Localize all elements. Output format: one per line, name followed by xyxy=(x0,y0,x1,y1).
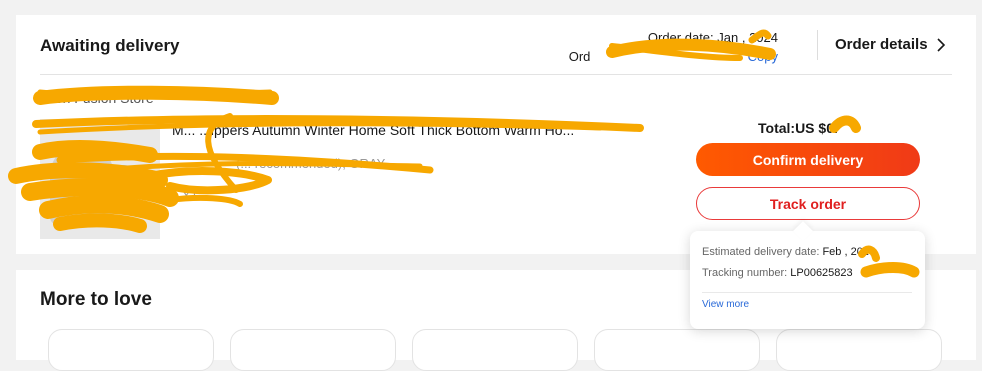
order-id-label: Ord xyxy=(568,49,591,64)
product-title-link[interactable]: M... ...ippers Autumn Winter Home Soft T… xyxy=(172,122,642,138)
view-more-link[interactable]: View more xyxy=(702,299,749,310)
recommendation-card[interactable] xyxy=(230,329,396,371)
order-date-label: Order date: xyxy=(647,30,714,45)
tracking-number-label: Tracking number: xyxy=(702,267,788,279)
order-date-value: Jan , 2024 xyxy=(717,30,778,45)
estimated-delivery-row: Estimated delivery date: Feb , 2024 xyxy=(702,246,875,258)
header-divider xyxy=(817,30,818,60)
order-id-row: Ord Copy xyxy=(569,47,778,66)
recommendation-card[interactable] xyxy=(48,329,214,371)
store-name-link[interactable]: ...ion Fusion Store xyxy=(40,90,154,106)
order-details-label: Order details xyxy=(835,36,928,53)
copy-order-id-link[interactable]: Copy xyxy=(748,49,778,64)
order-total: Total:US $0. xyxy=(758,120,838,136)
estimated-delivery-label: Estimated delivery date: xyxy=(702,246,820,258)
order-status-title: Awaiting delivery xyxy=(40,36,180,55)
order-card: Awaiting delivery Order date: Jan , 2024… xyxy=(16,15,976,254)
product-image[interactable] xyxy=(40,119,160,239)
tracking-popover: Estimated delivery date: Feb , 2024 Trac… xyxy=(690,231,925,329)
order-details-link[interactable]: Order details xyxy=(835,36,946,53)
more-to-love-title: More to love xyxy=(40,289,152,310)
recommendation-card[interactable] xyxy=(594,329,760,371)
header-separator xyxy=(40,74,952,75)
order-date: Order date: Jan , 2024 xyxy=(569,28,778,47)
confirm-delivery-button[interactable]: Confirm delivery xyxy=(696,143,920,176)
product-quantity: X1 xyxy=(182,188,198,203)
tracking-number-value: LP00625823 xyxy=(790,267,853,279)
estimated-delivery-value: Feb , 2024 xyxy=(822,246,876,258)
chevron-right-icon xyxy=(936,37,945,52)
product-variant: (... recommended), GRAY xyxy=(236,156,386,171)
track-order-button[interactable]: Track order xyxy=(696,187,920,220)
popover-divider xyxy=(702,292,912,293)
recommendation-card[interactable] xyxy=(412,329,578,371)
recommendation-card[interactable] xyxy=(776,329,942,371)
order-meta: Order date: Jan , 2024 Ord Copy xyxy=(569,28,778,66)
tracking-number-row: Tracking number: LP00625823 xyxy=(702,267,853,279)
